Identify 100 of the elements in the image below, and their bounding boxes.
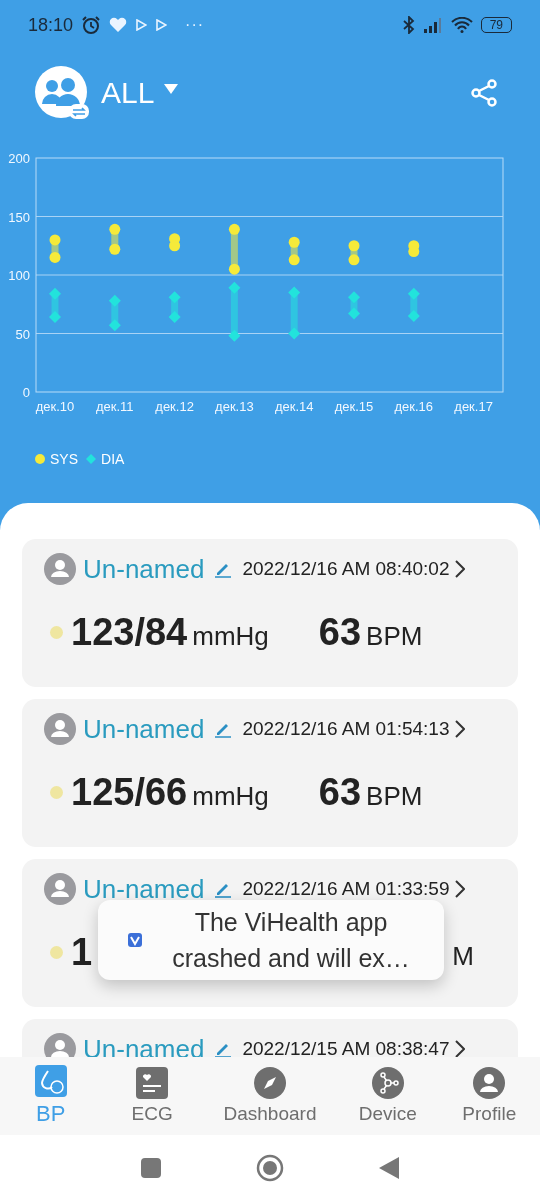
diamond-range bbox=[228, 281, 241, 342]
point bbox=[109, 243, 121, 255]
blood-pressure-value: 123/84 bbox=[71, 611, 188, 654]
user-selector[interactable]: ALL bbox=[101, 75, 155, 110]
back-icon[interactable] bbox=[379, 1156, 399, 1179]
point bbox=[49, 251, 61, 263]
record-card[interactable]: Un-named 2022/12/15 AM 08:38:47 bbox=[22, 1019, 518, 1057]
point bbox=[228, 263, 240, 275]
user-name: Un-named bbox=[83, 713, 205, 745]
point bbox=[288, 286, 301, 299]
record-card[interactable]: Un-named 2022/12/16 AM 08:40:02 123/84 mmHg 63 BPM bbox=[22, 539, 518, 687]
nav-tab[interactable]: BP bbox=[20, 1065, 81, 1127]
circle-range bbox=[228, 223, 240, 275]
home-icon[interactable] bbox=[256, 1153, 284, 1182]
circle-range bbox=[49, 234, 61, 263]
app-icon bbox=[128, 933, 142, 947]
record-time: 2022/12/16 AM 01:33:59 bbox=[242, 878, 450, 900]
point bbox=[168, 311, 181, 324]
axis-label: 0 bbox=[22, 385, 30, 400]
diamond-range bbox=[348, 291, 360, 320]
heart-icon bbox=[109, 17, 128, 33]
axis-label: дек.13 bbox=[215, 399, 254, 414]
nav-tab[interactable]: Dashboard bbox=[223, 1067, 317, 1125]
unit-label: BPM bbox=[366, 621, 423, 652]
signal-icon bbox=[422, 17, 443, 33]
user-name: Un-named bbox=[83, 873, 205, 905]
unit-label: BPM bbox=[366, 781, 423, 812]
diamond-range bbox=[168, 291, 181, 324]
point bbox=[407, 309, 420, 322]
chevron-right-icon[interactable] bbox=[455, 720, 466, 738]
unit-label: mmHg bbox=[192, 621, 269, 652]
bluetooth-icon bbox=[402, 16, 415, 34]
diamond-range bbox=[108, 294, 121, 332]
point bbox=[108, 319, 121, 332]
point bbox=[228, 281, 241, 294]
user-group-icon[interactable] bbox=[35, 65, 89, 120]
network-icon bbox=[371, 1067, 404, 1099]
unit-label: mmHg bbox=[192, 781, 269, 812]
caret-icon[interactable] bbox=[164, 83, 179, 94]
user-name: Un-named bbox=[83, 553, 205, 585]
diamond-range bbox=[49, 287, 61, 324]
record-card[interactable]: Un-named 2022/12/16 AM 01:54:13 125/66 mmHg 63 BPM bbox=[22, 699, 518, 847]
axis-label: дек.15 bbox=[334, 399, 374, 414]
circle-range bbox=[348, 240, 360, 266]
chevron-right-icon[interactable] bbox=[455, 560, 466, 578]
axis-label: дек.17 bbox=[454, 399, 493, 414]
chevron-right-icon[interactable] bbox=[455, 880, 466, 898]
diamond-range bbox=[407, 287, 420, 322]
person-icon bbox=[473, 1067, 506, 1099]
axis-label: 200 bbox=[8, 151, 30, 166]
battery-indicator: 79 bbox=[480, 17, 512, 33]
recent-apps-icon[interactable] bbox=[141, 1157, 161, 1178]
record-time: 2022/12/16 AM 01:54:13 bbox=[242, 718, 450, 740]
blood-pressure-value: 125/66 bbox=[71, 771, 188, 814]
nav-tab[interactable]: Device bbox=[357, 1067, 418, 1125]
play-icon bbox=[155, 19, 168, 31]
point bbox=[288, 327, 301, 340]
toast-text: The ViHealth app crashed and will ex… bbox=[171, 907, 411, 974]
avatar-icon bbox=[44, 873, 76, 905]
circle-range bbox=[109, 223, 121, 255]
circle-range bbox=[169, 233, 181, 252]
point bbox=[407, 287, 420, 300]
wifi-icon bbox=[450, 17, 473, 33]
point bbox=[228, 329, 241, 342]
point bbox=[228, 223, 240, 235]
legend-label: SYS bbox=[50, 451, 78, 467]
nav-tab[interactable]: ECG bbox=[122, 1067, 183, 1125]
circle-range bbox=[288, 236, 300, 266]
axis-label: 50 bbox=[15, 326, 30, 342]
nav-tab[interactable]: Profile bbox=[459, 1067, 520, 1125]
point bbox=[288, 254, 300, 266]
record-time: 2022/12/15 AM 08:38:47 bbox=[242, 1038, 450, 1057]
axis-label: дек.12 bbox=[155, 399, 194, 414]
axis-label: дек.10 bbox=[35, 399, 75, 414]
heart-chart-icon bbox=[136, 1067, 169, 1099]
axis-label: дек.14 bbox=[274, 399, 314, 414]
record-time: 2022/12/16 AM 08:40:02 bbox=[242, 558, 450, 580]
alarm-icon bbox=[81, 15, 102, 35]
point bbox=[109, 223, 121, 235]
status-time: 18:10 bbox=[28, 14, 74, 36]
point bbox=[168, 291, 181, 304]
blood-pressure-value: 1 bbox=[71, 931, 93, 974]
user-name: Un-named bbox=[83, 1033, 205, 1057]
pulse-value: 63 bbox=[318, 611, 362, 654]
point bbox=[348, 254, 360, 266]
diamond-range bbox=[288, 286, 301, 340]
unit-label: M bbox=[452, 941, 474, 972]
axis-label: 100 bbox=[8, 268, 30, 283]
point bbox=[49, 287, 61, 300]
point bbox=[49, 234, 61, 246]
more-notifications: ··· bbox=[185, 16, 205, 34]
axis-label: 150 bbox=[8, 209, 30, 225]
chevron-right-icon[interactable] bbox=[455, 1040, 466, 1057]
avatar-icon bbox=[44, 553, 76, 585]
play-icon bbox=[135, 19, 148, 31]
axis-label: дек.11 bbox=[96, 399, 134, 414]
axis-label: дек.16 bbox=[394, 399, 434, 414]
share-icon[interactable] bbox=[470, 78, 498, 107]
pulse-value: 63 bbox=[318, 771, 362, 814]
circle-range bbox=[408, 240, 420, 258]
